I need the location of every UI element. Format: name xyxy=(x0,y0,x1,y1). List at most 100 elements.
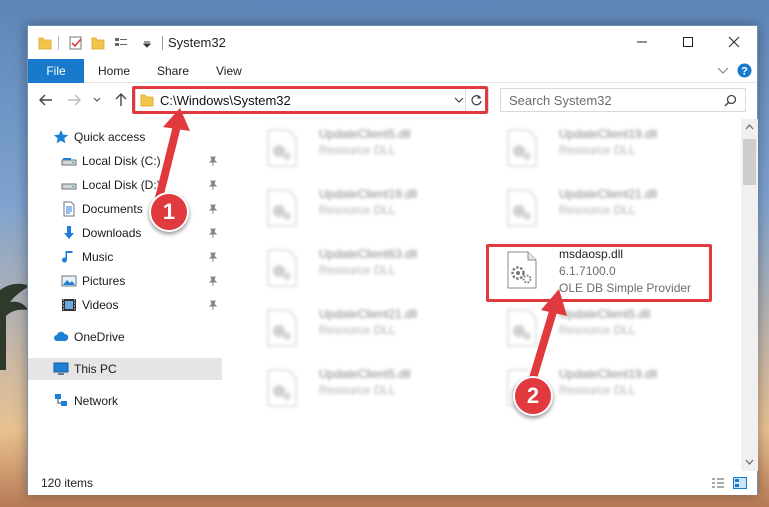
pin-icon[interactable] xyxy=(208,300,218,310)
tab-home[interactable]: Home xyxy=(98,64,130,78)
pictures-icon xyxy=(61,275,77,287)
file-name: UpdateClient19.dll xyxy=(559,367,658,381)
back-button[interactable] xyxy=(37,91,55,109)
scroll-up-icon[interactable] xyxy=(745,124,754,130)
file-name: UpdateClient5.dll xyxy=(319,367,411,381)
file-explorer-window: System32 File Home Share View ? C:\Windo… xyxy=(27,25,758,495)
file-tile[interactable]: UpdateClient63.dll Resource DLL xyxy=(246,243,476,293)
arrow-right-icon xyxy=(68,94,81,106)
pin-icon[interactable] xyxy=(208,276,218,286)
computer-icon xyxy=(53,362,69,375)
expand-ribbon-icon[interactable] xyxy=(717,67,729,75)
documents-icon xyxy=(63,201,75,217)
sidebar-item-local-disk-c[interactable]: Local Disk (C:) xyxy=(28,150,222,172)
tab-file[interactable]: File xyxy=(28,59,84,83)
pin-icon[interactable] xyxy=(208,180,218,190)
pin-icon[interactable] xyxy=(208,228,218,238)
customize-toolbar-icon[interactable] xyxy=(142,35,152,51)
pin-icon[interactable] xyxy=(208,252,218,262)
sidebar-item-videos[interactable]: Videos xyxy=(28,294,222,316)
search-icon[interactable] xyxy=(724,94,737,107)
file-tile[interactable]: UpdateClient21.dll Resource DLL xyxy=(246,303,476,353)
close-button[interactable] xyxy=(711,26,757,58)
file-tile[interactable]: UpdateClient5.dll Resource DLL xyxy=(246,363,476,413)
file-description: Resource DLL xyxy=(559,323,636,337)
sidebar-item-quick-access[interactable]: Quick access xyxy=(28,126,222,148)
sidebar-item-label: Music xyxy=(82,250,114,264)
refresh-button[interactable] xyxy=(465,88,487,112)
sidebar-item-pictures[interactable]: Pictures xyxy=(28,270,222,292)
properties-icon[interactable] xyxy=(68,35,84,51)
file-name: UpdateClient19.dll xyxy=(559,127,658,141)
sidebar-item-label: OneDrive xyxy=(74,330,125,344)
sidebar-item-network[interactable]: Network xyxy=(28,390,222,412)
svg-text:?: ? xyxy=(741,66,748,78)
dll-file-icon xyxy=(267,369,297,407)
qa-separator xyxy=(58,36,59,50)
desktop-palm-tree xyxy=(0,283,30,370)
file-description: Resource DLL xyxy=(319,203,396,217)
scroll-down-icon[interactable] xyxy=(745,459,754,465)
sidebar-item-music[interactable]: Music xyxy=(28,246,222,268)
tab-view[interactable]: View xyxy=(216,64,242,78)
title-bar: System32 xyxy=(28,26,757,59)
sidebar-item-this-pc[interactable]: This PC xyxy=(28,358,222,380)
recent-locations-button[interactable] xyxy=(91,91,103,109)
file-description: Resource DLL xyxy=(319,383,396,397)
tiles-view-icon xyxy=(733,477,747,489)
videos-icon xyxy=(62,299,76,311)
details-view-icon xyxy=(712,478,724,488)
sidebar-item-downloads[interactable]: Downloads xyxy=(28,222,222,244)
ribbon: File Home Share View ? xyxy=(28,59,757,83)
close-icon xyxy=(728,36,740,48)
arrow-left-icon xyxy=(39,94,52,106)
search-input[interactable] xyxy=(509,92,709,108)
file-description: Resource DLL xyxy=(319,263,396,277)
pin-icon[interactable] xyxy=(208,156,218,166)
file-tile[interactable]: UpdateClient5.dll Resource DLL xyxy=(246,123,476,173)
dll-file-icon xyxy=(267,189,297,227)
address-dropdown-icon[interactable] xyxy=(454,97,464,104)
drive-icon xyxy=(61,158,77,166)
arrow-up-icon xyxy=(115,93,127,106)
file-highlight-box xyxy=(486,244,712,302)
forward-button[interactable] xyxy=(65,91,83,109)
file-tile[interactable]: UpdateClient19.dll Resource DLL xyxy=(486,123,716,173)
scrollbar-thumb[interactable] xyxy=(743,139,756,185)
address-path: C:\Windows\System32 xyxy=(160,93,291,108)
pin-icon[interactable] xyxy=(208,204,218,214)
music-icon xyxy=(62,251,73,263)
minimize-icon xyxy=(637,41,647,43)
file-tile[interactable]: UpdateClient5.dll Resource DLL xyxy=(486,303,716,353)
sidebar-item-documents[interactable]: Documents xyxy=(28,198,222,220)
search-box[interactable] xyxy=(500,88,746,112)
status-bar: 120 items xyxy=(28,471,757,495)
tab-share[interactable]: Share xyxy=(157,64,189,78)
address-bar[interactable]: C:\Windows\System32 xyxy=(135,88,489,112)
title-separator xyxy=(162,36,163,50)
sidebar-item-label: Local Disk (C:) xyxy=(82,154,161,168)
view-options-icon[interactable] xyxy=(113,35,129,51)
sidebar-item-onedrive[interactable]: OneDrive xyxy=(28,326,222,348)
sidebar-item-label: Videos xyxy=(82,298,119,312)
sidebar-item-local-disk-d[interactable]: Local Disk (D:) xyxy=(28,174,222,196)
new-folder-icon[interactable] xyxy=(91,35,105,51)
sidebar-item-label: Quick access xyxy=(74,130,146,144)
star-icon xyxy=(53,130,69,144)
help-icon[interactable]: ? xyxy=(737,63,752,78)
up-button[interactable] xyxy=(112,91,130,109)
window-title: System32 xyxy=(168,35,226,50)
maximize-button[interactable] xyxy=(665,26,711,58)
tiles-view-button[interactable] xyxy=(732,475,748,491)
file-name: UpdateClient21.dll xyxy=(559,187,658,201)
vertical-scrollbar[interactable] xyxy=(741,119,758,471)
download-icon xyxy=(64,226,74,239)
minimize-button[interactable] xyxy=(619,26,665,58)
sidebar-item-label: Documents xyxy=(82,202,143,216)
file-tile[interactable]: UpdateClient19.dll Resource DLL xyxy=(246,183,476,233)
sidebar-item-label: Pictures xyxy=(82,274,126,288)
file-description: Resource DLL xyxy=(319,323,396,337)
file-tile[interactable]: UpdateClient21.dll Resource DLL xyxy=(486,183,716,233)
details-view-button[interactable] xyxy=(710,475,726,491)
dll-file-icon xyxy=(267,309,297,347)
